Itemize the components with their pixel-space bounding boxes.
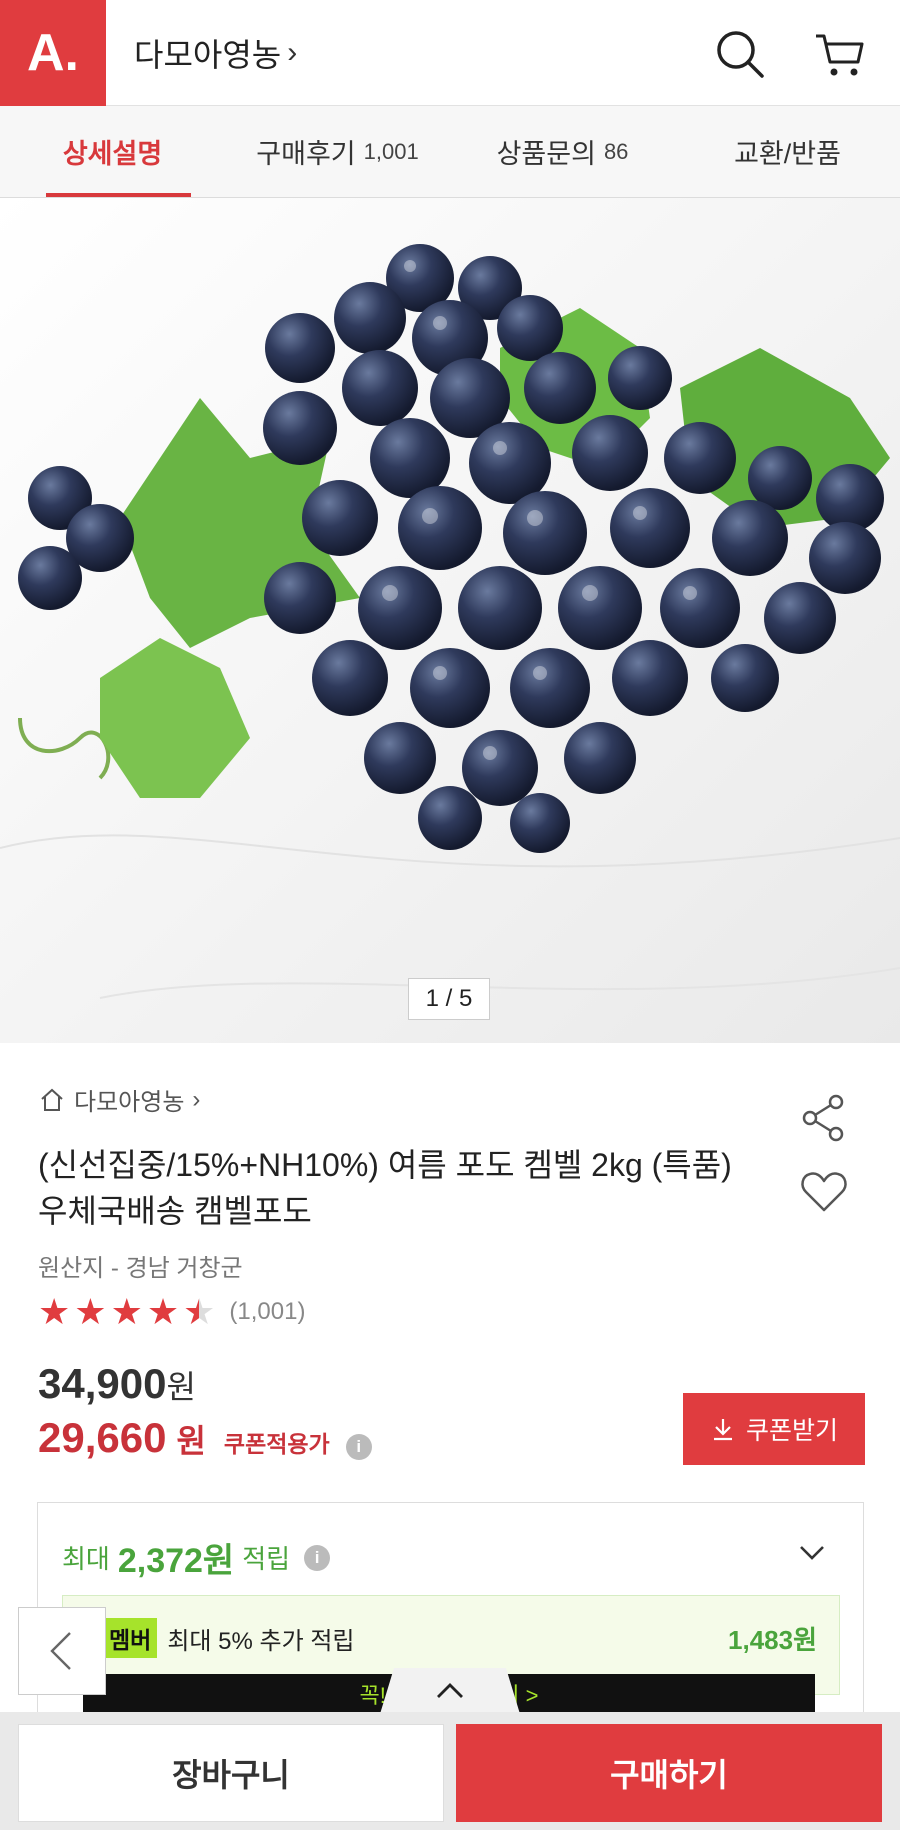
points-suffix: 적립 (242, 1544, 291, 1574)
coupon-button-label: 쿠폰받기 (745, 1417, 838, 1445)
back-button[interactable] (18, 1607, 106, 1695)
points-summary[interactable]: 최대 2,372원 적립 i (62, 1533, 331, 1582)
app-logo[interactable]: A. (0, 0, 106, 106)
star-icon: ★ (38, 1291, 71, 1332)
add-to-cart-button[interactable]: 장바구니 (18, 1724, 444, 1822)
chevron-down-icon[interactable] (795, 1535, 829, 1569)
coupon-download-button[interactable]: 쿠폰받기 (683, 1393, 865, 1465)
sale-price-value: 29,660 (38, 1414, 167, 1461)
grapes-photo (0, 198, 900, 1043)
coupon-price-label: 쿠폰적용가 (223, 1431, 330, 1457)
original-price: 34,900원 (38, 1360, 196, 1408)
tab-label: 상세설명 (62, 139, 163, 169)
info-icon[interactable]: i (304, 1544, 331, 1571)
star-icon: ★ (146, 1291, 180, 1332)
product-image-gallery[interactable]: 1 / 5 (0, 198, 900, 1043)
store-name-label: 다모아영농 (134, 37, 282, 73)
points-prefix: 최대 (62, 1544, 110, 1574)
original-price-value: 34,900 (38, 1360, 167, 1407)
store-name-link[interactable]: 다모아영농 › (134, 30, 297, 76)
star-half-icon: ★ (183, 1291, 216, 1332)
cart-icon[interactable] (812, 26, 868, 82)
gallery-pager: 1 / 5 (408, 978, 490, 1020)
chevron-right-icon: › (192, 1085, 201, 1113)
breadcrumb-store: 다모아영농 (74, 1089, 185, 1116)
currency-unit: 원 (166, 1369, 196, 1405)
points-amount: 2,372원 (117, 1542, 235, 1580)
chevron-right-icon: › (287, 36, 298, 69)
rating-stars[interactable]: ★ ★ ★ ★ ★ (1,001) (38, 1294, 305, 1330)
tab-count: 86 (603, 138, 629, 164)
sale-price: 29,660 원 쿠폰적용가 i (38, 1414, 372, 1462)
tab-inquiries[interactable]: 상품문의 86 (450, 106, 675, 197)
tab-reviews[interactable]: 구매후기 1,001 (225, 106, 450, 197)
tab-exchange-return[interactable]: 교환/반품 (675, 106, 900, 197)
top-header: A. 다모아영농 › (0, 0, 900, 106)
bottom-action-bar: 장바구니 구매하기 (0, 1712, 900, 1830)
star-icon: ★ (74, 1291, 107, 1332)
tab-count: 1,001 (363, 138, 419, 164)
member-benefit-text: 최대 5% 추가 적립 (167, 1627, 355, 1655)
breadcrumb[interactable]: 다모아영농 › (38, 1082, 200, 1117)
star-icon: ★ (110, 1291, 143, 1332)
member-benefit-amount: 1,483원 (728, 1625, 817, 1655)
member-benefit-row: 멤버 최대 5% 추가 적립 (103, 1618, 355, 1658)
tab-label: 교환/반품 (734, 139, 841, 169)
product-tabs: 상세설명 구매후기 1,001 상품문의 86 교환/반품 (0, 106, 900, 198)
member-badge: 멤버 (103, 1618, 158, 1658)
buy-now-button[interactable]: 구매하기 (456, 1724, 882, 1822)
rating-count: (1,001) (229, 1298, 306, 1325)
tab-label: 구매후기 (256, 139, 356, 169)
product-origin: 원산지 - 경남 거창군 (38, 1255, 243, 1282)
chevron-up-icon (437, 1683, 463, 1698)
info-icon[interactable]: i (345, 1434, 372, 1460)
search-icon[interactable] (712, 26, 768, 82)
product-title: (신선집중/15%+NH10%) 여름 포도 켐벨 2kg (특품) 우체국배송… (38, 1147, 732, 1229)
download-icon (713, 1419, 732, 1441)
currency-unit: 원 (176, 1423, 206, 1459)
tab-details[interactable]: 상세설명 (0, 106, 225, 197)
expand-up-handle[interactable] (380, 1668, 520, 1714)
home-icon (41, 1088, 63, 1111)
tab-label: 상품문의 (496, 139, 596, 169)
share-icon[interactable] (798, 1092, 850, 1144)
chevron-left-icon (50, 1632, 71, 1670)
heart-icon[interactable] (798, 1166, 850, 1218)
